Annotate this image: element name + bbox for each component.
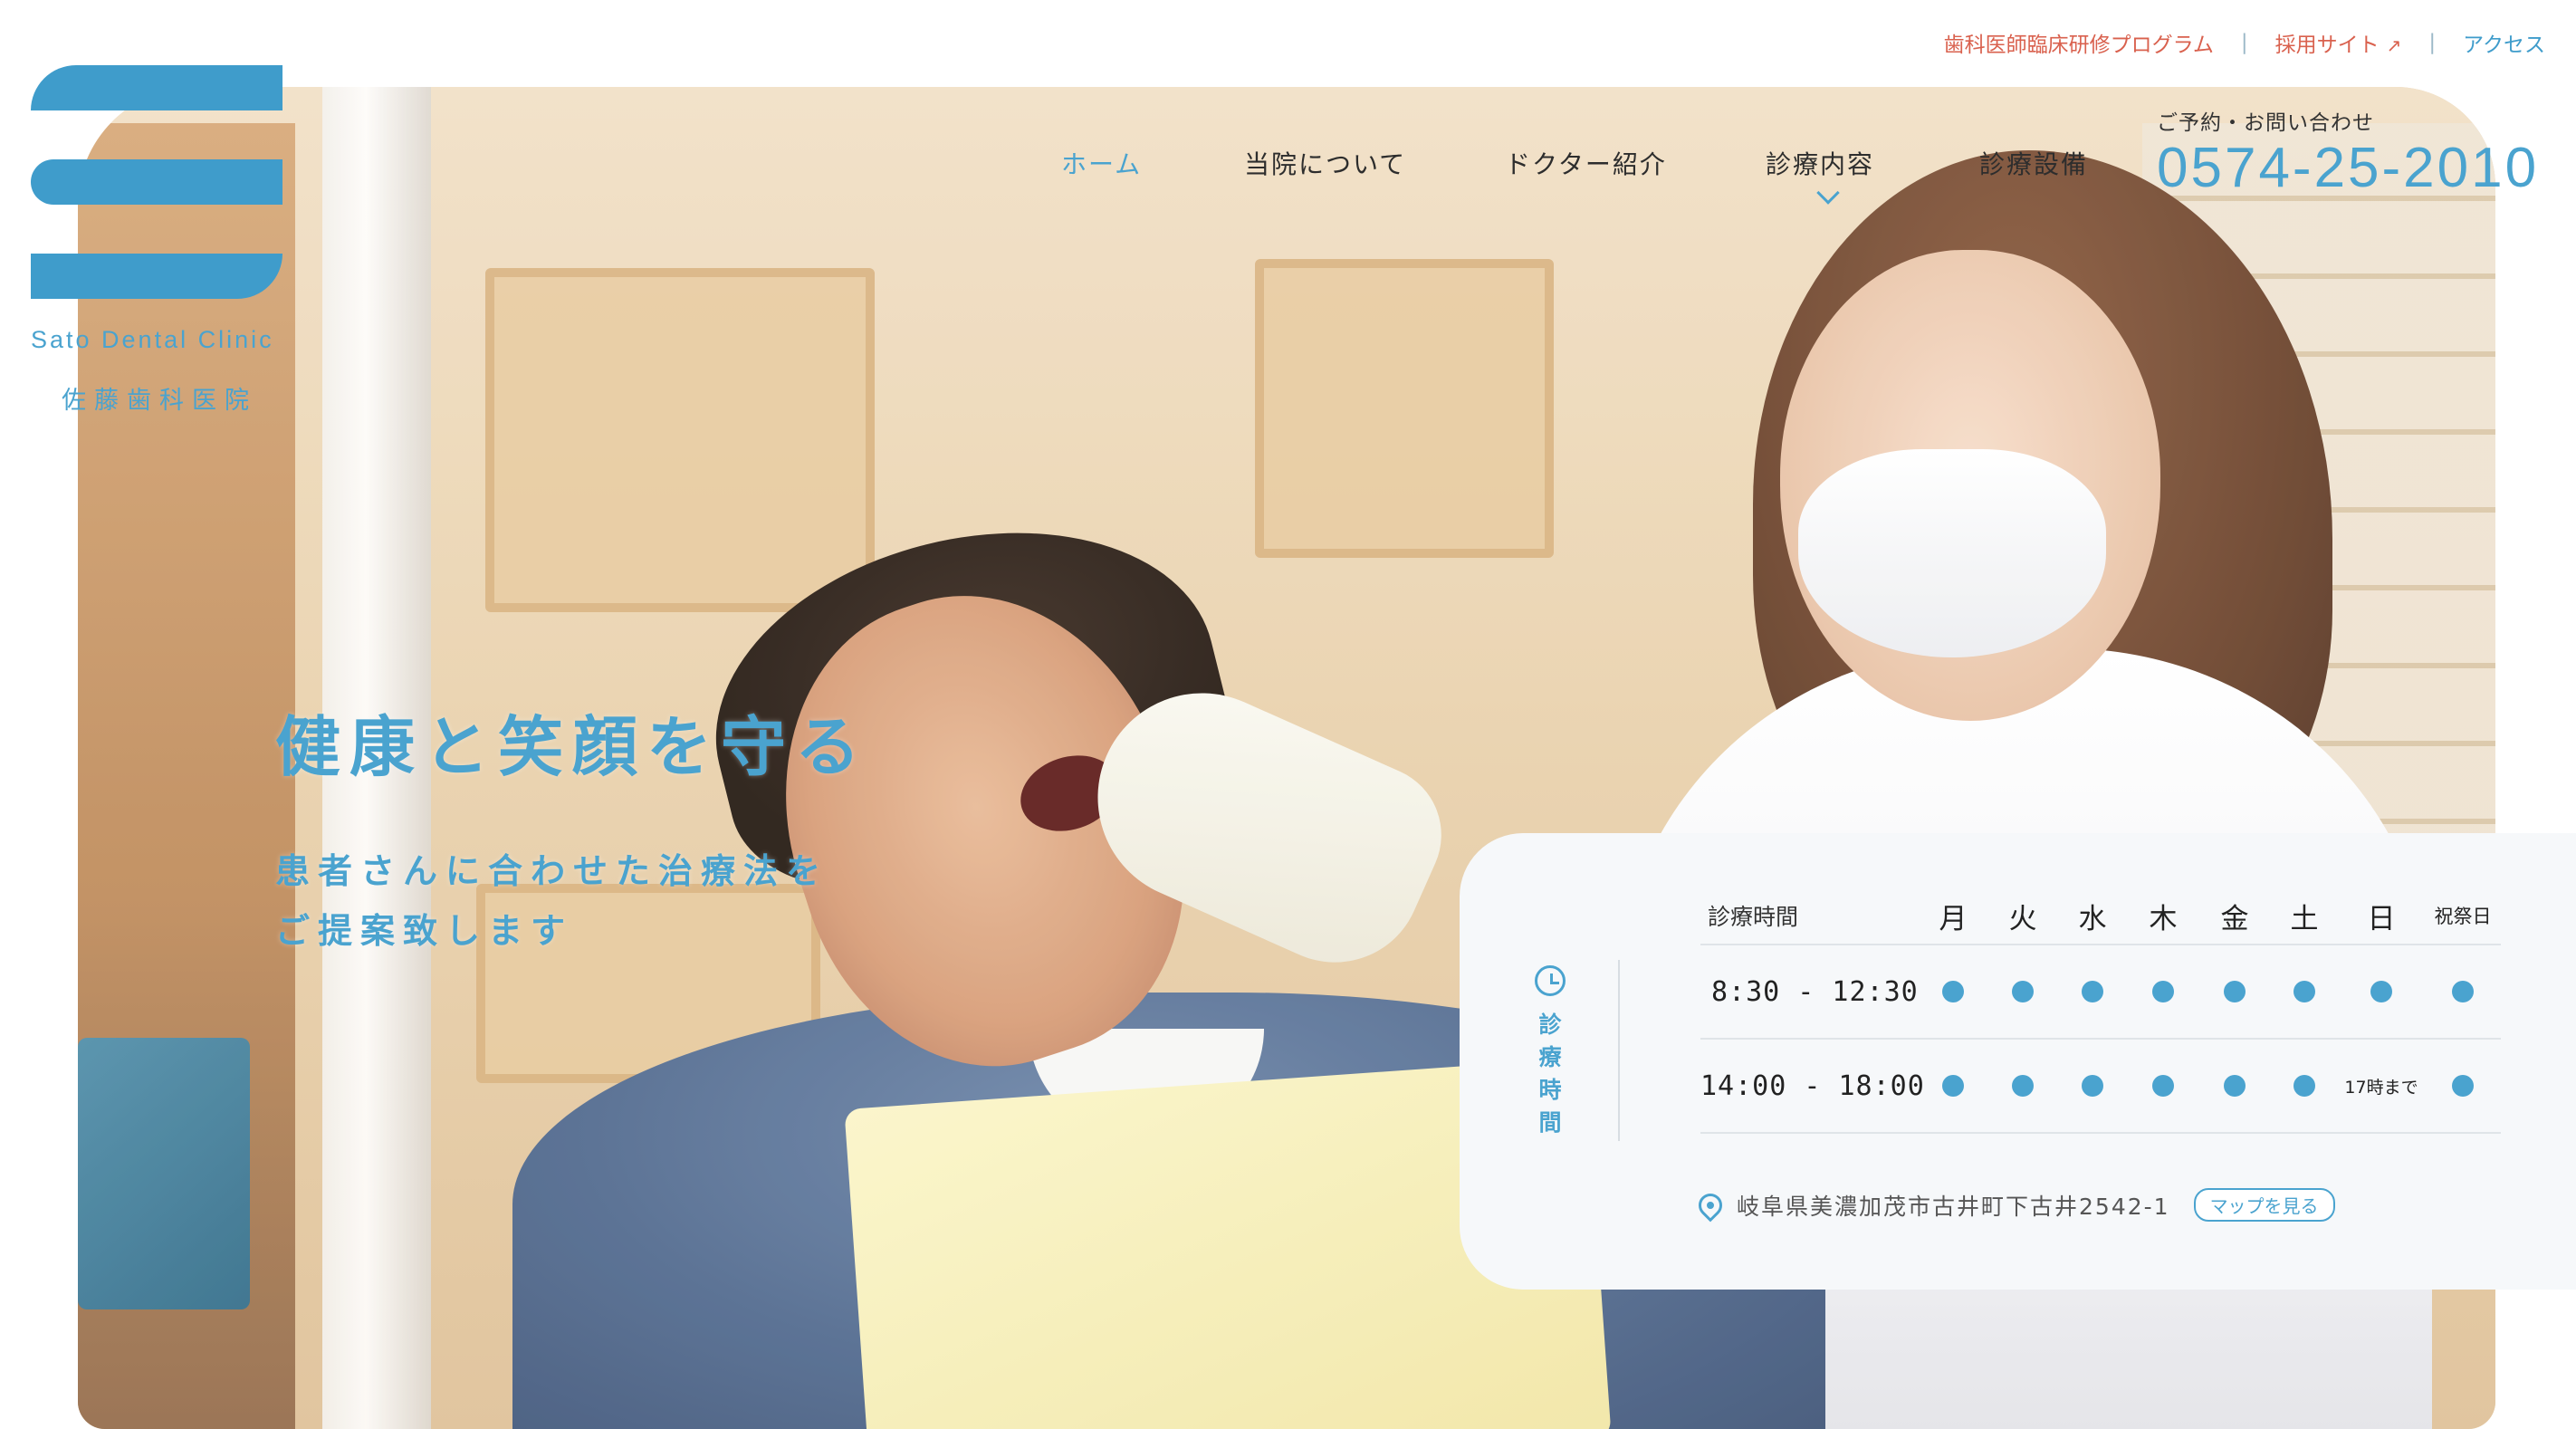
open-dot-mark [2370, 981, 2392, 1002]
open-dot-mark [2152, 981, 2174, 1002]
utility-separator: | [2240, 31, 2248, 54]
hero-subheadline-line: 患者さんに合わせた治療法を [275, 851, 829, 891]
open-dot-mark [2224, 1075, 2246, 1097]
hours-row-time: 8:30 - 12:30 [1711, 975, 1919, 1008]
open-dot-mark [2294, 981, 2315, 1002]
open-dot-mark [2452, 1075, 2474, 1097]
hours-card: 診 療 時 間 診療時間 月 火 水 木 金 土 日 祝祭日 8:30 - 12… [1460, 833, 2576, 1290]
address-line: 岐阜県美濃加茂市古井町下古井2542-1 マップを見る [1693, 1188, 2335, 1222]
recruit-site-label: 採用サイト [2274, 34, 2380, 57]
open-dot [2440, 945, 2485, 1038]
hours-table-header: 診療時間 月 火 水 木 金 土 日 祝祭日 [1700, 887, 2501, 945]
day-thu: 木 [2149, 902, 2178, 935]
view-map-button[interactable]: マップを見る [2193, 1188, 2335, 1222]
contact-label: ご予約・お問い合わせ [2157, 111, 2374, 135]
open-dot-mark [2452, 981, 2474, 1002]
phone-number-link[interactable]: 0574-25-2010 [2157, 137, 2539, 199]
hours-vertical-char: 間 [1538, 1109, 1562, 1136]
hours-side-label: 診 療 時 間 [1523, 965, 1577, 1139]
hero-copy: 健康と笑顔を守る 患者さんに合わせた治療法を ご提案致します [275, 694, 869, 961]
hours-divider [1618, 960, 1620, 1141]
logo-mark-bar [31, 254, 282, 299]
hours-vertical-char: 時 [1538, 1077, 1562, 1103]
open-dot [1930, 1040, 1976, 1132]
utility-separator: | [2428, 31, 2437, 54]
nav-treatments[interactable]: 診療内容 [1766, 145, 1875, 205]
hero-subheadline-line: ご提案致します [275, 911, 574, 951]
nav-about[interactable]: 当院について [1244, 145, 1406, 181]
open-dot-mark [2152, 1075, 2174, 1097]
recruit-site-link[interactable]: 採用サイト ↗ [2275, 27, 2402, 58]
external-link-icon: ↗ [2386, 34, 2402, 56]
open-dot-mark [2082, 981, 2103, 1002]
open-dot-mark [2012, 981, 2034, 1002]
clock-icon [1535, 965, 1566, 996]
hours-vertical-title: 診 療 時 間 [1523, 1009, 1577, 1139]
sunday-hours-note: 17時まで [2344, 1077, 2418, 1098]
hero-headline: 健康と笑顔を守る [275, 709, 870, 785]
open-dot [2070, 945, 2115, 1038]
open-dot [2000, 1040, 2045, 1132]
open-dot [2140, 945, 2186, 1038]
hours-vertical-char: 療 [1538, 1044, 1562, 1070]
training-program-link[interactable]: 歯科医師臨床研修プログラム [1944, 27, 2214, 58]
day-tue: 火 [2008, 902, 2037, 935]
day-wed: 水 [2078, 902, 2107, 935]
address-text: 岐阜県美濃加茂市古井町下古井2542-1 [1737, 1193, 2170, 1220]
hours-header-label: 診療時間 [1708, 904, 1799, 930]
open-dot [2212, 945, 2257, 1038]
logo-name-ja: 佐藤歯科医院 [62, 387, 257, 415]
hero-subheadline: 患者さんに合わせた治療法を ご提案致します [275, 841, 869, 961]
open-dot-mark [2082, 1075, 2103, 1097]
logo-name-en: Sato Dental Clinic [31, 326, 274, 353]
day-holiday: 祝祭日 [2434, 906, 2492, 927]
utility-links: 歯科医師臨床研修プログラム | 採用サイト ↗ | アクセス [1944, 27, 2545, 58]
hours-table: 診療時間 月 火 水 木 金 土 日 祝祭日 8:30 - 12:30 14:0… [1700, 887, 2501, 1134]
open-dot [2000, 945, 2045, 1038]
logo-mark-bar [31, 65, 282, 110]
logo-mark-bar [31, 159, 282, 205]
hours-vertical-char: 診 [1538, 1012, 1562, 1038]
open-dot-mark [1942, 981, 1964, 1002]
open-dot-mark [1942, 1075, 1964, 1097]
day-fri: 金 [2220, 902, 2249, 935]
day-sun: 日 [2367, 902, 2396, 935]
nav-facilities[interactable]: 診療設備 [1979, 145, 2088, 181]
open-dot-mark [2012, 1075, 2034, 1097]
map-pin-icon [1693, 1188, 1728, 1222]
open-dot [2140, 1040, 2186, 1132]
open-dot-mark [2224, 981, 2246, 1002]
hours-row-afternoon: 14:00 - 18:00 17時まで [1700, 1040, 2501, 1134]
nav-home[interactable]: ホーム [1061, 145, 1142, 181]
open-dot [1930, 945, 1976, 1038]
hours-row-morning: 8:30 - 12:30 [1700, 945, 2501, 1040]
contact-block: ご予約・お問い合わせ 0574-25-2010 [2157, 105, 2539, 200]
hours-row-time: 14:00 - 18:00 [1700, 1069, 1925, 1102]
day-mon: 月 [1939, 902, 1968, 935]
open-dot [2070, 1040, 2115, 1132]
day-sat: 土 [2290, 902, 2319, 935]
open-dot [2282, 945, 2327, 1038]
nav-treatments-label: 診療内容 [1766, 149, 1875, 179]
open-dot [2212, 1040, 2257, 1132]
open-dot [2359, 945, 2404, 1038]
open-dot [2282, 1040, 2327, 1132]
nav-doctors[interactable]: ドクター紹介 [1505, 145, 1667, 181]
open-dot-mark [2294, 1075, 2315, 1097]
access-link[interactable]: アクセス [2463, 27, 2545, 58]
open-dot [2440, 1040, 2485, 1132]
